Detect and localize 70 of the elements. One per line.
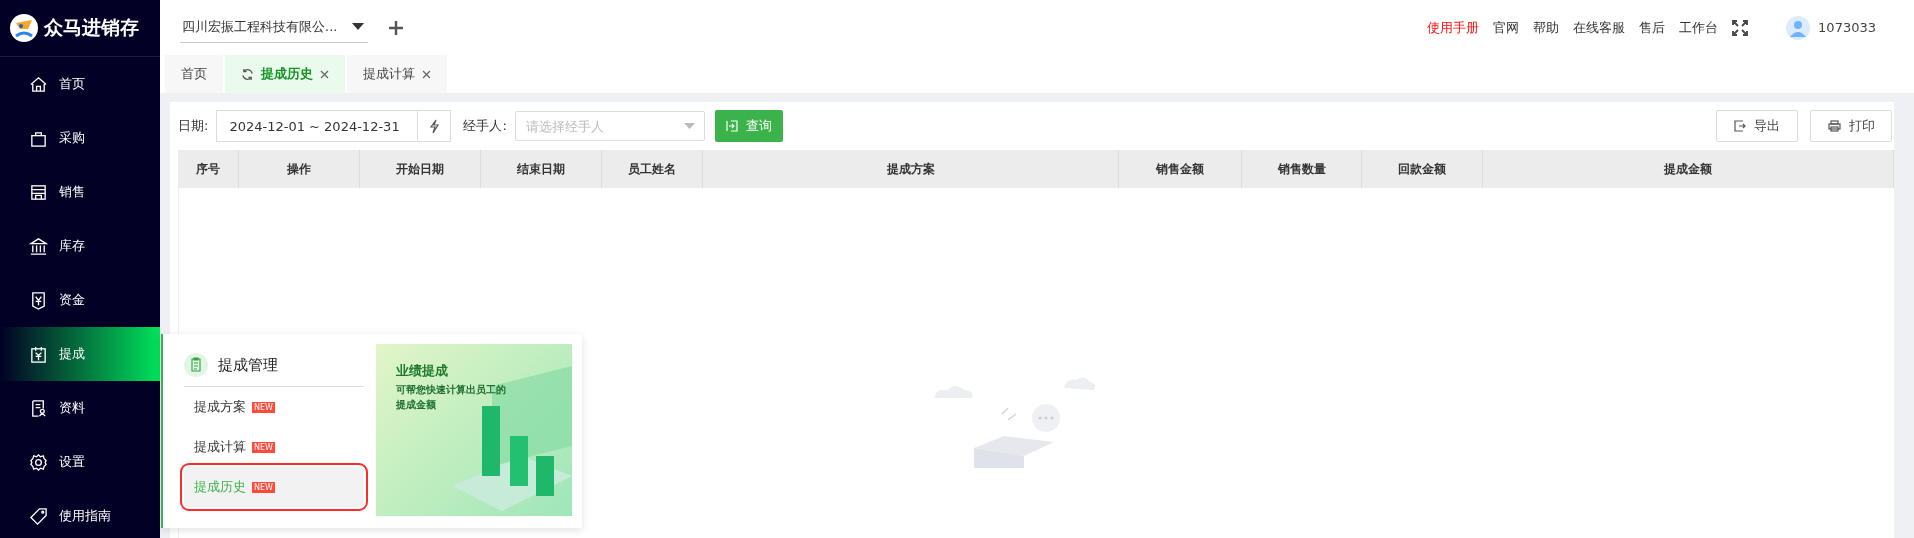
sidebar-item[interactable]: 使用指南 (0, 489, 160, 538)
sidebar-item[interactable]: 提成 (0, 327, 160, 381)
store-icon (29, 182, 48, 202)
sidebar-item[interactable]: 资料 (0, 381, 160, 435)
company-select[interactable]: 四川宏振工程科技有限公... (180, 12, 368, 43)
calendar-icon (29, 344, 48, 364)
page-tab[interactable]: 提成历史 (225, 55, 345, 93)
user-id[interactable]: 1073033 (1818, 20, 1876, 35)
column-header: 回款金额 (1362, 150, 1483, 188)
refresh-icon[interactable] (241, 67, 254, 81)
date-range-field[interactable]: 2024-12-01 ~ 2024-12-31 (216, 110, 419, 142)
submenu-item[interactable]: 提成计算 NEW (184, 427, 364, 467)
header-link[interactable]: 工作台 (1679, 18, 1719, 37)
quick-date-button[interactable] (418, 110, 452, 142)
column-header: 结束日期 (481, 150, 602, 188)
sidebar-item[interactable]: 库存 (0, 219, 160, 273)
submenu-item[interactable]: 提成方案 NEW (184, 387, 364, 427)
sidebar-item[interactable]: 设置 (0, 435, 160, 489)
bank-icon (29, 236, 48, 256)
banner-title: 业绩提成 (396, 362, 449, 380)
tag-icon (29, 506, 48, 526)
export-icon (1734, 120, 1746, 132)
app-name: 众马进销存 (44, 15, 139, 40)
logo-icon (10, 14, 38, 42)
sidebar-item[interactable]: 采购 (0, 111, 160, 165)
chart-bar (510, 436, 528, 486)
header-link[interactable]: 售后 (1639, 18, 1666, 37)
handler-select[interactable]: 请选择经手人 (514, 111, 705, 141)
printer-icon (1827, 120, 1841, 132)
column-header: 提成金额 (1483, 150, 1894, 188)
column-header: 开始日期 (360, 150, 481, 188)
header-link[interactable]: 官网 (1493, 18, 1520, 37)
header-link[interactable]: 使用手册 (1427, 18, 1480, 37)
new-badge: NEW (252, 481, 275, 493)
banner-text: 可帮您快速计算出员工的提成金额 (396, 383, 507, 412)
header-link[interactable]: 帮助 (1533, 18, 1560, 37)
lightning-icon (428, 118, 440, 134)
page-tab[interactable]: 提成计算 (347, 55, 447, 93)
dropdown-caret-icon (352, 23, 364, 31)
page-tab[interactable]: 首页 (165, 55, 223, 93)
column-header: 销售数量 (1242, 150, 1362, 188)
column-header: 操作 (239, 150, 360, 188)
dropdown-caret-icon (683, 123, 695, 130)
chart-bar (482, 406, 500, 476)
login-icon (725, 120, 738, 132)
add-icon[interactable] (388, 19, 404, 36)
submenu-title: 提成管理 (218, 355, 278, 375)
header-link[interactable]: 在线客服 (1573, 18, 1626, 37)
new-badge: NEW (252, 401, 275, 413)
chart-bar (536, 456, 554, 496)
export-button[interactable]: 导出 (1716, 110, 1798, 142)
column-header: 提成方案 (703, 150, 1119, 188)
date-label: 日期: (178, 117, 209, 135)
close-icon[interactable] (320, 69, 329, 79)
column-header: 销售金额 (1119, 150, 1242, 188)
print-button[interactable]: 打印 (1810, 110, 1892, 142)
clipboard-icon (184, 353, 208, 377)
close-icon[interactable] (422, 69, 431, 79)
yen-icon (29, 290, 48, 310)
fullscreen-icon[interactable] (1732, 19, 1749, 36)
document-icon (29, 398, 48, 418)
settings-icon (29, 452, 48, 472)
column-header: 序号 (178, 150, 239, 188)
new-badge: NEW (252, 441, 275, 453)
sidebar-item[interactable]: 销售 (0, 165, 160, 219)
sidebar-item[interactable]: 资金 (0, 273, 160, 327)
sidebar-item[interactable]: 首页 (0, 57, 160, 111)
handler-label: 经手人: (463, 117, 507, 135)
column-header: 员工姓名 (602, 150, 703, 188)
home-icon (29, 74, 48, 94)
